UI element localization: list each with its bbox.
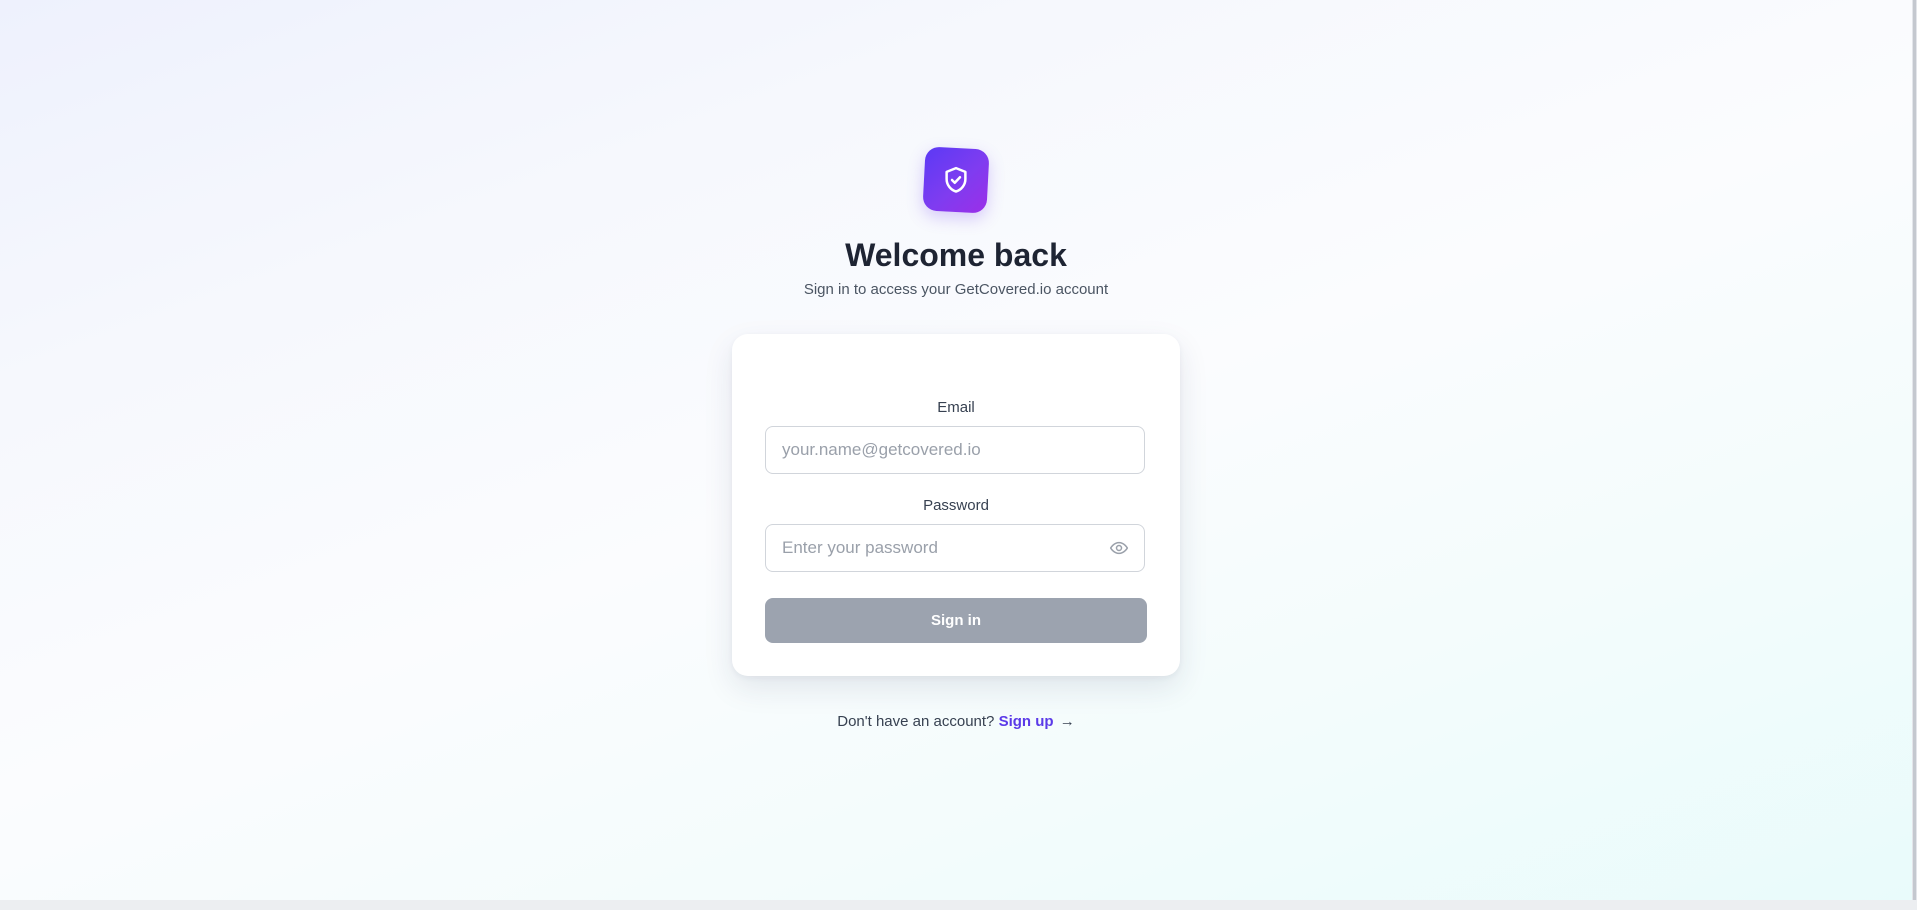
sign-up-link-label: Sign up	[998, 713, 1054, 730]
eye-icon	[1109, 541, 1129, 555]
arrow-right-icon: →	[1059, 713, 1075, 730]
login-card: Email Password Sign in	[732, 334, 1180, 676]
sign-up-link[interactable]: Sign up	[999, 713, 1054, 730]
email-label: Email	[937, 399, 975, 416]
bottom-edge	[0, 900, 1917, 910]
app-logo	[922, 146, 990, 214]
password-field[interactable]	[765, 524, 1145, 572]
shield-check-icon	[945, 166, 967, 193]
email-field[interactable]	[765, 426, 1145, 474]
page-subtitle: Sign in to access your GetCovered.io acc…	[803, 281, 1109, 298]
signup-prompt: Don't have an account? Sign up →	[732, 712, 1180, 732]
password-visibility-toggle[interactable]	[1108, 538, 1130, 558]
sign-in-button[interactable]: Sign in	[765, 598, 1147, 643]
password-label: Password	[923, 497, 989, 514]
signup-prompt-text: Don't have an account?	[837, 713, 995, 730]
page-title: Welcome back	[845, 237, 1067, 273]
page-background: Welcome back Sign in to access your GetC…	[0, 0, 1912, 900]
vertical-scrollbar-thumb[interactable]	[1913, 0, 1916, 900]
